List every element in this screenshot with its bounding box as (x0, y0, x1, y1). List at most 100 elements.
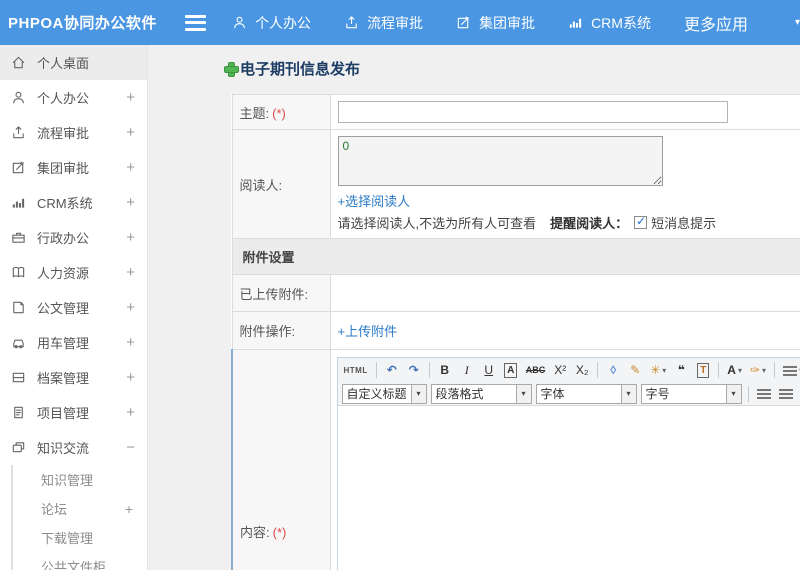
sidebar-item-personal-desktop[interactable]: 个人桌面 (0, 45, 147, 80)
user-icon (232, 15, 248, 31)
editor-content-area[interactable] (337, 406, 800, 570)
select-readers-link[interactable]: +选择阅读人 (338, 191, 411, 210)
sidebar: 个人桌面 个人办公 + 流程审批 + 集团审批 + CRM系统 + 行政办公 + 人力资源 + 公文管理 +… (0, 45, 148, 570)
sidebar-subitem-forum[interactable]: 论坛 + (13, 494, 147, 523)
expand-toggle-icon[interactable]: − (126, 439, 135, 456)
ordered-list-button[interactable]: ▾ (780, 360, 800, 381)
sidebar-item-archive-mgmt[interactable]: 档案管理 + (0, 360, 147, 395)
highlight-button[interactable]: ✑ ▾ (747, 360, 769, 381)
chevron-down-icon[interactable]: ▾ (795, 17, 800, 28)
paragraph-select-value: 段落格式 (430, 383, 517, 404)
expand-toggle-icon[interactable]: + (126, 194, 135, 211)
format-brush-button[interactable]: ✎ (625, 360, 645, 381)
sidebar-item-vehicle-mgmt[interactable]: 用车管理 + (0, 325, 147, 360)
italic-button[interactable]: I (457, 360, 477, 381)
nav-item-personal-office[interactable]: 个人办公 (232, 13, 311, 33)
expand-toggle-icon[interactable]: + (126, 124, 135, 141)
readers-textarea[interactable]: 0 (337, 136, 663, 186)
chevron-down-icon[interactable]: ▾ (726, 383, 742, 404)
readers-label: 阅读人: (239, 177, 283, 193)
edit-icon (456, 15, 472, 31)
sidebar-item-document-mgmt[interactable]: 公文管理 + (0, 290, 147, 325)
publish-form: 主题: (*) 阅读人: 0 +选择阅读人 请选择阅读人,不选为所有人可查看 提醒… (231, 94, 800, 570)
sidebar-item-label: 流程审批 (37, 126, 90, 141)
expand-toggle-icon[interactable]: + (126, 334, 135, 351)
upload-attachment-link[interactable]: +上传附件 (338, 324, 398, 339)
toolbar-separator (774, 362, 776, 378)
paste-text-button[interactable]: T (693, 360, 713, 381)
required-mark: (*) (272, 525, 287, 540)
sidebar-item-personal-office[interactable]: 个人办公 + (0, 80, 147, 115)
font-color-button[interactable]: A ▾ (724, 360, 745, 381)
flow-icon (11, 125, 27, 141)
heading-select-value: 自定义标题 (341, 383, 412, 404)
source-code-button[interactable]: HTML (341, 360, 371, 381)
sidebar-item-label: 知识交流 (37, 441, 90, 456)
chevron-down-icon[interactable]: ▾ (621, 383, 637, 404)
sidebar-item-knowledge-exchange[interactable]: 知识交流 − (0, 430, 147, 465)
chevron-down-icon[interactable]: ▾ (516, 383, 532, 404)
expand-toggle-icon[interactable]: + (126, 229, 135, 246)
sidebar-item-human-resources[interactable]: 人力资源 + (0, 255, 147, 290)
paragraph-select[interactable]: 段落格式 ▾ (430, 383, 532, 404)
font-family-select-value: 字体 (535, 383, 622, 404)
sidebar-item-crm-system[interactable]: CRM系统 + (0, 185, 147, 220)
sidebar-item-label: 个人桌面 (37, 56, 90, 71)
expand-toggle-icon[interactable]: + (126, 264, 135, 281)
superscript-button[interactable]: X² (550, 360, 570, 381)
project-icon (11, 405, 27, 421)
align-left-button[interactable] (754, 383, 774, 404)
home-icon (11, 55, 27, 71)
sidebar-item-admin-office[interactable]: 行政办公 + (0, 220, 147, 255)
toolbar-separator (747, 385, 749, 402)
edit-icon (11, 160, 27, 176)
nav-item-crm-system[interactable]: CRM系统 (568, 13, 651, 33)
autotypeset-button[interactable]: ✳ ▾ (647, 360, 669, 381)
subject-row: 主题: (*) (231, 94, 800, 130)
archive-icon (11, 370, 27, 386)
subject-input[interactable] (337, 101, 728, 123)
underline-button[interactable]: U (479, 360, 499, 381)
sidebar-subitem-download-mgmt[interactable]: 下载管理 (13, 523, 147, 552)
heading-select[interactable]: 自定义标题 ▾ (341, 383, 427, 404)
redo-button[interactable]: ↷ (404, 360, 424, 381)
sidebar-item-group-approval[interactable]: 集团审批 + (0, 150, 147, 185)
nav-item-workflow-approval[interactable]: 流程审批 (344, 13, 423, 33)
expand-toggle-icon[interactable]: + (126, 159, 135, 176)
font-size-select[interactable]: 字号 ▾ (640, 383, 742, 404)
nav-item-label: 集团审批 (479, 14, 536, 31)
sms-checkbox[interactable] (634, 214, 648, 229)
nav-item-more-apps[interactable]: 更多应用 (684, 11, 748, 35)
subscript-button[interactable]: X₂ (572, 360, 592, 381)
strikethrough-button[interactable]: ABC (523, 360, 549, 381)
hamburger-menu-icon[interactable] (184, 14, 207, 31)
expand-toggle-icon[interactable]: + (126, 89, 135, 106)
sidebar-item-workflow-approval[interactable]: 流程审批 + (0, 115, 147, 150)
flow-icon (344, 15, 360, 31)
expand-toggle-icon[interactable]: + (126, 404, 135, 421)
sidebar-item-project-mgmt[interactable]: 项目管理 + (0, 395, 147, 430)
expand-toggle-icon[interactable]: + (126, 299, 135, 316)
bold-button[interactable]: B (435, 360, 455, 381)
knowledge-submenu: 知识管理 论坛 + 下载管理 公共文件柜 (11, 465, 147, 570)
toolbar-separator (718, 362, 720, 378)
eraser-button[interactable]: ◊ (603, 360, 623, 381)
expand-toggle-icon[interactable]: + (126, 369, 135, 386)
nav-item-label: CRM系统 (591, 14, 651, 31)
editor-toolbar-row2: 自定义标题 ▾ 段落格式 ▾ 字体 ▾ 字号 ▾ (337, 382, 800, 406)
align-center-button[interactable] (776, 383, 796, 404)
required-mark: (*) (272, 105, 286, 121)
blockquote-button[interactable]: ❝ (671, 360, 691, 381)
nav-item-group-approval[interactable]: 集团审批 (456, 13, 535, 33)
chevron-down-icon[interactable]: ▾ (411, 383, 427, 404)
readers-hint: 请选择阅读人,不选为所有人可查看 (337, 216, 537, 231)
sidebar-subitem-public-cabinet[interactable]: 公共文件柜 (13, 552, 147, 570)
add-plus-icon (224, 62, 239, 77)
undo-button[interactable]: ↶ (382, 360, 402, 381)
font-box-button[interactable]: A (501, 360, 521, 381)
uploaded-attachments-row: 已上传附件: (231, 274, 800, 312)
font-family-select[interactable]: 字体 ▾ (535, 383, 637, 404)
sms-label: 短消息提示 (651, 216, 717, 231)
sidebar-subitem-knowledge-mgmt[interactable]: 知识管理 (13, 465, 147, 494)
expand-toggle-icon[interactable]: + (125, 501, 133, 517)
